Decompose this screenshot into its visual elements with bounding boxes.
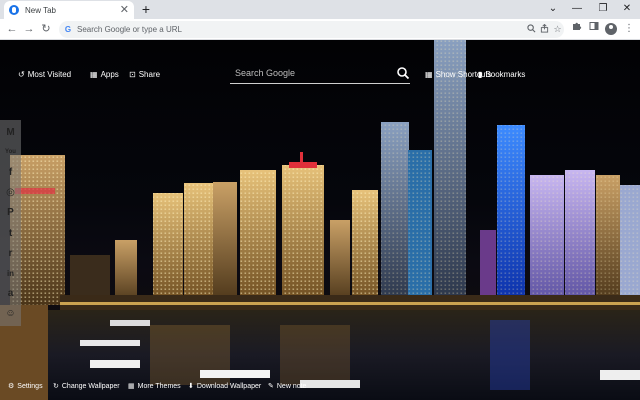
new-note-label: New note <box>276 382 307 390</box>
twitter-icon[interactable]: t <box>3 226 18 241</box>
youtube-icon[interactable]: You <box>3 145 18 160</box>
download-wallpaper-link[interactable]: ⬇ Download Wallpaper <box>188 382 262 391</box>
tab-search-chevron-icon[interactable]: ⌄ <box>540 1 566 17</box>
most-visited-link[interactable]: ↺ Most Visited <box>18 70 71 79</box>
tab-new-tab[interactable]: New Tab ✕ <box>4 1 134 19</box>
more-themes-label: More Themes <box>137 382 181 390</box>
pinterest-icon[interactable]: P <box>3 205 18 220</box>
more-themes-link[interactable]: ▦ More Themes <box>128 382 181 391</box>
apps-label: Apps <box>100 70 119 79</box>
bottom-links-bar: ⚙ Settings ↻ Change Wallpaper ▦ More The… <box>0 380 330 392</box>
bookmark-icon: ▮ <box>478 70 483 79</box>
bookmarks-link[interactable]: ▮ Bookmarks <box>478 70 525 79</box>
instagram-icon[interactable]: ◎ <box>3 185 18 200</box>
side-panel-icon[interactable] <box>586 21 602 37</box>
most-visited-label: Most Visited <box>27 70 72 79</box>
reload-button[interactable]: ↻ <box>38 21 54 37</box>
share-link[interactable]: ⊡ Share <box>129 70 160 79</box>
share-label: Share <box>138 70 161 79</box>
chrome-favicon-icon <box>9 5 19 15</box>
apps-link[interactable]: ▦ Apps <box>90 70 119 79</box>
browser-toolbar: ← → ↻ G Search Google or type a URL ☆ ⋮ <box>0 19 640 40</box>
refresh-icon: ↻ <box>53 383 59 390</box>
omnibox-placeholder[interactable]: Search Google or type a URL <box>77 25 525 34</box>
new-tab-button[interactable]: + <box>138 1 154 17</box>
forward-button[interactable]: → <box>21 21 37 37</box>
tab-title: New Tab <box>25 5 56 15</box>
search-icon[interactable] <box>396 66 410 80</box>
bookmarks-label: Bookmarks <box>485 70 526 79</box>
amazon-icon[interactable]: a <box>3 286 18 301</box>
change-wallpaper-link[interactable]: ↻ Change Wallpaper <box>53 382 120 391</box>
share-icon: ⊡ <box>129 70 136 79</box>
reddit-icon[interactable]: r <box>3 246 18 261</box>
bookmark-star-icon[interactable]: ☆ <box>551 24 564 35</box>
google-icon: G <box>64 24 72 34</box>
gmail-icon[interactable]: M <box>3 125 18 140</box>
tab-close-icon[interactable]: ✕ <box>120 4 129 16</box>
window-close-button[interactable]: ✕ <box>614 1 640 17</box>
chrome-menu-icon[interactable]: ⋮ <box>621 21 637 37</box>
vimeo-icon[interactable]: ☺ <box>3 306 18 321</box>
settings-label: Settings <box>17 382 43 390</box>
profile-avatar-icon[interactable] <box>605 23 617 35</box>
apps-grid-icon: ▦ <box>90 70 98 79</box>
back-button[interactable]: ← <box>4 21 20 37</box>
download-icon: ⬇ <box>188 383 194 390</box>
new-note-link[interactable]: ✎ New note <box>268 382 307 391</box>
change-wallpaper-label: Change Wallpaper <box>61 382 120 390</box>
extensions-puzzle-icon[interactable] <box>569 21 585 37</box>
omnibox[interactable]: G Search Google or type a URL ☆ <box>59 21 564 38</box>
zoom-icon[interactable] <box>525 24 538 35</box>
gear-icon: ⚙ <box>8 383 15 390</box>
note-icon: ✎ <box>268 383 274 390</box>
minimize-button[interactable]: — <box>564 1 590 17</box>
dubai-marina-wallpaper <box>0 40 640 400</box>
settings-link[interactable]: ⚙ Settings <box>8 382 43 391</box>
shortcuts-icon: ▦ <box>425 70 433 79</box>
tab-strip: New Tab ✕ + ⌄ — ❐ ✕ <box>0 0 640 19</box>
history-icon: ↺ <box>18 70 25 79</box>
download-wallpaper-label: Download Wallpaper <box>196 382 262 390</box>
new-tab-page: ↺ Most Visited ▦ Apps ⊡ Share ▦ Show Sho… <box>0 40 640 400</box>
social-sidebar: M You f ◎ P t r in a ☺ <box>0 120 21 326</box>
themes-grid-icon: ▦ <box>128 383 135 390</box>
search-box[interactable] <box>230 62 410 84</box>
facebook-icon[interactable]: f <box>3 165 18 180</box>
search-input[interactable] <box>235 67 396 78</box>
linkedin-icon[interactable]: in <box>3 266 18 281</box>
share-icon[interactable] <box>538 23 551 35</box>
restore-button[interactable]: ❐ <box>590 1 616 17</box>
